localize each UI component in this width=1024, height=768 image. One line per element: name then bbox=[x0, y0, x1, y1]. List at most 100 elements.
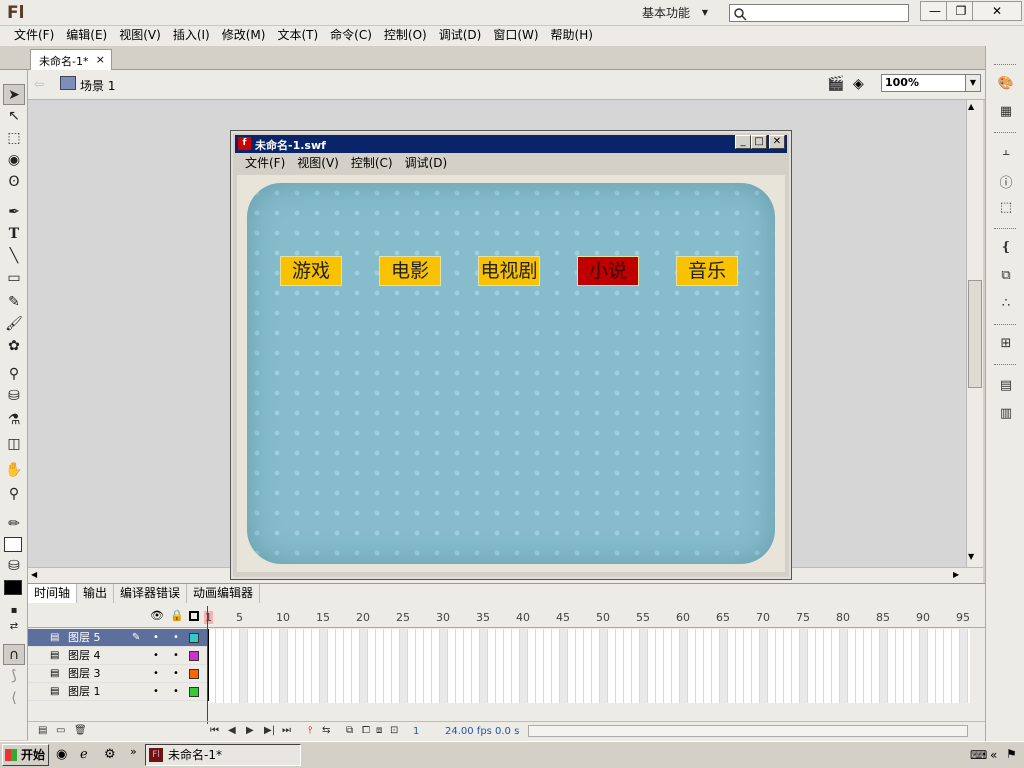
edit-multiple-frames-icon[interactable]: ⧈ bbox=[376, 725, 382, 736]
new-folder-icon[interactable]: ▭ bbox=[56, 725, 65, 736]
onion-outline-icon[interactable]: ⧠ bbox=[362, 725, 370, 736]
pen-tool-icon[interactable]: ✒ bbox=[3, 202, 25, 223]
align-panel-icon[interactable]: ⫠ bbox=[996, 144, 1016, 162]
tab-compiler-errors[interactable]: 编译器错误 bbox=[114, 584, 188, 603]
fill-color-icon[interactable]: ⛁ bbox=[3, 556, 25, 577]
visibility-dot[interactable]: • bbox=[153, 647, 159, 665]
quicklaunch-more-icon[interactable]: » bbox=[130, 745, 137, 758]
keyboard-icon[interactable]: ⌨ bbox=[970, 748, 987, 762]
vertical-scrollbar[interactable]: ▲ ▼ bbox=[966, 100, 983, 567]
settings-icon[interactable]: ⚙ bbox=[104, 747, 116, 762]
onion-skin-icon[interactable]: ⧉ bbox=[346, 725, 353, 736]
first-frame-icon[interactable]: ⏮ bbox=[210, 725, 219, 736]
hand-tool-icon[interactable]: ✋ bbox=[3, 460, 25, 481]
swf-minimize-button[interactable]: _ bbox=[735, 135, 751, 149]
bone-tool-icon[interactable]: ⚲ bbox=[3, 364, 25, 385]
properties-panel-icon[interactable]: ▤ bbox=[996, 378, 1016, 396]
scroll-right-icon[interactable]: ▶ bbox=[953, 570, 959, 579]
library-books-icon[interactable]: ▥ bbox=[996, 406, 1016, 424]
deco-tool-icon[interactable]: ✿ bbox=[3, 336, 25, 357]
straighten-icon[interactable]: ⟨ bbox=[3, 688, 25, 709]
3d-rotation-tool-icon[interactable]: ◉ bbox=[3, 150, 25, 171]
menu-view[interactable]: 视图(V) bbox=[113, 26, 167, 46]
motion-presets-icon[interactable]: ∴ bbox=[996, 296, 1016, 314]
ie-icon[interactable]: ℯ bbox=[80, 747, 88, 762]
nav-button-music[interactable]: 音乐 bbox=[676, 256, 738, 286]
nav-button-movies[interactable]: 电影 bbox=[379, 256, 441, 286]
layer-row[interactable]: ▤ 图层 4 • • bbox=[28, 647, 208, 665]
library-panel-icon[interactable]: ⊞ bbox=[996, 336, 1016, 354]
menu-file[interactable]: 文件(F) bbox=[8, 26, 60, 46]
zoom-select[interactable]: 100% ▼ bbox=[881, 74, 981, 92]
back-arrow-icon[interactable]: ⇦ bbox=[34, 77, 44, 91]
line-tool-icon[interactable]: ╲ bbox=[3, 246, 25, 267]
outline-icon[interactable] bbox=[189, 611, 199, 621]
swf-menu-control[interactable]: 控制(C) bbox=[345, 154, 399, 173]
browser-icon[interactable]: ◉ bbox=[56, 747, 67, 762]
swap-colors-icon[interactable]: ⇄ bbox=[3, 616, 25, 637]
lock-icon[interactable]: 🔒 bbox=[170, 609, 184, 622]
fill-color-swatch[interactable] bbox=[4, 580, 22, 595]
visibility-dot[interactable]: • bbox=[153, 629, 159, 647]
swf-maximize-button[interactable]: □ bbox=[751, 135, 767, 149]
menu-edit[interactable]: 编辑(E) bbox=[60, 26, 113, 46]
taskbar-item-flash[interactable]: Fl 未命名-1* bbox=[145, 744, 301, 766]
eraser-tool-icon[interactable]: ◫ bbox=[3, 434, 25, 455]
selection-tool-icon[interactable]: ➤ bbox=[3, 84, 25, 105]
menu-help[interactable]: 帮助(H) bbox=[545, 26, 599, 46]
frame-grid[interactable] bbox=[208, 629, 970, 703]
scroll-down-icon[interactable]: ▼ bbox=[968, 552, 974, 561]
layer-row[interactable]: ▤ 图层 3 • • bbox=[28, 665, 208, 683]
lasso-tool-icon[interactable]: ʘ bbox=[3, 172, 25, 193]
nav-button-games[interactable]: 游戏 bbox=[280, 256, 342, 286]
swf-menu-debug[interactable]: 调试(D) bbox=[399, 154, 454, 173]
start-button[interactable]: 开始 bbox=[2, 744, 49, 766]
stroke-color-icon[interactable]: ✏ bbox=[3, 514, 25, 535]
timeline-scrollbar[interactable] bbox=[528, 725, 968, 737]
nav-button-tv-series[interactable]: 电视剧 bbox=[478, 256, 540, 286]
lock-dot[interactable]: • bbox=[173, 665, 179, 683]
close-tab-icon[interactable]: × bbox=[96, 53, 105, 66]
visibility-dot[interactable]: • bbox=[153, 683, 159, 701]
layer-color-swatch[interactable] bbox=[189, 669, 199, 679]
lock-dot[interactable]: • bbox=[173, 629, 179, 647]
center-frame-icon[interactable]: ⫯ bbox=[308, 725, 312, 736]
swf-menu-file[interactable]: 文件(F) bbox=[239, 154, 291, 173]
free-transform-tool-icon[interactable]: ⬚ bbox=[3, 128, 25, 149]
eyedropper-tool-icon[interactable]: ⚗ bbox=[3, 410, 25, 431]
menu-modify[interactable]: 修改(M) bbox=[216, 26, 272, 46]
tab-output[interactable]: 输出 bbox=[77, 584, 115, 603]
menu-text[interactable]: 文本(T) bbox=[271, 26, 324, 46]
prev-frame-icon[interactable]: ◀ bbox=[228, 725, 236, 736]
edit-symbols-icon[interactable]: ◈ bbox=[853, 76, 864, 92]
text-tool-icon[interactable]: T bbox=[3, 224, 25, 245]
layer-color-swatch[interactable] bbox=[189, 651, 199, 661]
menu-window[interactable]: 窗口(W) bbox=[487, 26, 544, 46]
workspace-switcher[interactable]: 基本功能 ▼ bbox=[632, 3, 714, 23]
layer-row[interactable]: ▤ 图层 1 • • bbox=[28, 683, 208, 701]
swatches-panel-icon[interactable]: ▦ bbox=[996, 104, 1016, 122]
new-layer-icon[interactable]: ▤ bbox=[38, 725, 47, 736]
zoom-tool-icon[interactable]: ⚲ bbox=[3, 484, 25, 505]
layer-color-swatch[interactable] bbox=[189, 687, 199, 697]
help-search-input[interactable] bbox=[729, 4, 909, 22]
frame-rate[interactable]: 24.00 fps bbox=[445, 726, 492, 737]
swf-menu-view[interactable]: 视图(V) bbox=[291, 154, 345, 173]
info-panel-icon[interactable]: ⓘ bbox=[996, 172, 1016, 191]
layer-color-swatch[interactable] bbox=[189, 633, 199, 643]
edit-scene-icon[interactable]: 🎬 bbox=[827, 76, 844, 92]
tray-expand[interactable]: « bbox=[990, 748, 997, 762]
layer-row[interactable]: ▤ 图层 5 ✎ • • bbox=[28, 629, 208, 647]
swf-close-button[interactable]: ✕ bbox=[769, 135, 785, 149]
onion-markers-icon[interactable]: ⊡ bbox=[390, 725, 398, 736]
color-panel-icon[interactable]: 🎨 bbox=[996, 76, 1016, 94]
scroll-left-icon[interactable]: ◀ bbox=[31, 570, 37, 579]
menu-debug[interactable]: 调试(D) bbox=[433, 26, 488, 46]
eye-icon[interactable]: 👁 bbox=[150, 609, 164, 622]
network-icon[interactable]: ⚑ bbox=[1006, 747, 1017, 761]
paint-bucket-tool-icon[interactable]: ⛁ bbox=[3, 386, 25, 407]
menu-control[interactable]: 控制(O) bbox=[378, 26, 433, 46]
components-panel-icon[interactable]: ⧉ bbox=[996, 268, 1016, 286]
last-frame-icon[interactable]: ⏭ bbox=[282, 725, 291, 736]
delete-layer-icon[interactable]: 🗑 bbox=[74, 725, 87, 736]
